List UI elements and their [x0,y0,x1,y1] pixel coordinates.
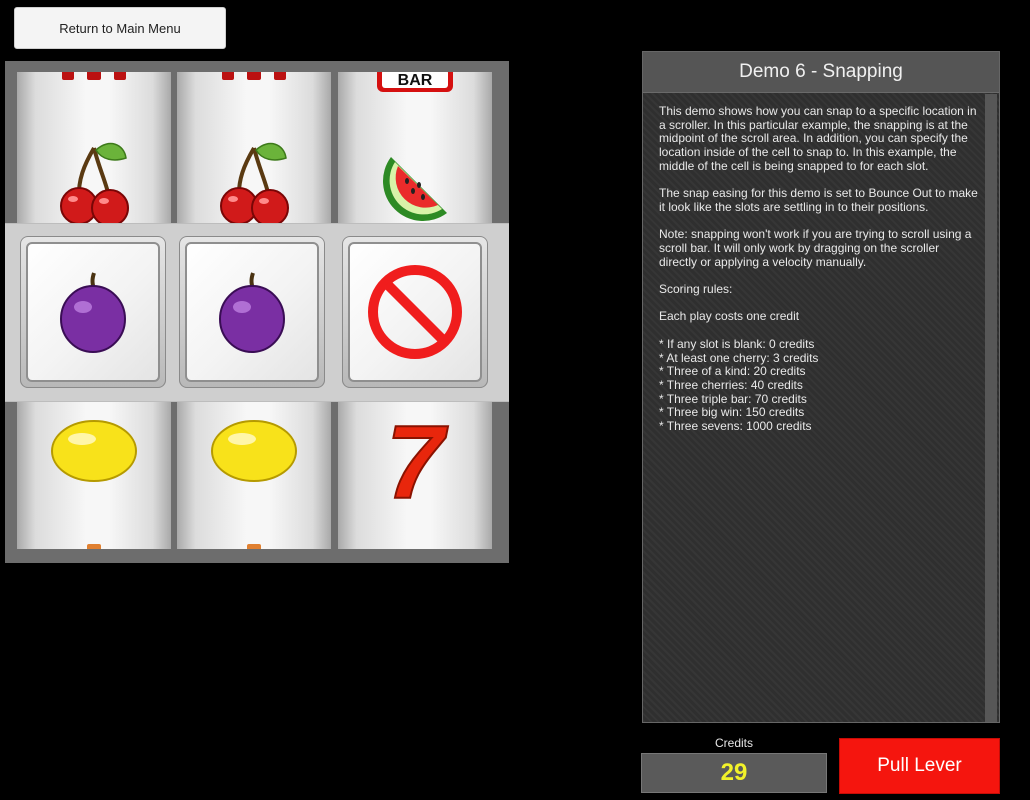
bar-icon: BAR [375,72,455,94]
list-item: * Three big win: 150 credits [659,405,805,420]
cherry-icon [54,140,134,230]
paragraph: Each play costs one credit [659,309,800,324]
list-item: * Three triple bar: 70 credits [659,391,807,406]
list-item: * If any slot is blank: 0 credits [659,336,815,351]
cherry-icon [214,140,294,230]
payline [5,223,509,402]
slot-3 [342,236,488,388]
paragraph: Scoring rules: [659,282,733,297]
lemon-icon [208,417,300,485]
pull-lever-button[interactable]: Pull Lever [839,738,1000,794]
credits-label: Credits [714,736,753,750]
list-item: * At least one cherry: 3 credits [659,350,819,365]
big-win-icon [239,540,269,549]
slot-machine: BAR 7 [5,61,509,563]
credits-value: 29 [641,753,827,793]
seven-icon: 7 [375,410,455,510]
scrollbar[interactable] [985,94,997,722]
paragraph: This demo shows how you can snap to a sp… [659,104,977,173]
lemon-icon [48,417,140,485]
paragraph: Note: snapping won't work if you are try… [659,227,972,269]
panel-title: Demo 6 - Snapping [643,52,999,93]
big-win-icon [79,540,109,549]
big-win-icon [219,72,289,88]
plum-icon [60,272,126,353]
list-item: * Three cherries: 40 credits [659,377,803,392]
return-to-main-menu-button[interactable]: Return to Main Menu [14,7,226,49]
bar-label: BAR [398,72,433,89]
blank-icon [368,265,462,359]
slot-1 [20,236,166,388]
plum-icon [219,272,285,353]
panel-description: This demo shows how you can snap to a sp… [659,104,979,434]
watermelon-icon [373,147,457,229]
seven-label: 7 [386,410,448,510]
info-panel: Demo 6 - Snapping This demo shows how yo… [642,51,1000,723]
paragraph: The snap easing for this demo is set to … [659,186,978,214]
list-item: * Three of a kind: 20 credits [659,364,806,379]
slot-2 [179,236,325,388]
big-win-icon [59,72,129,88]
list-item: * Three sevens: 1000 credits [659,419,812,434]
scoring-rules-list: * If any slot is blank: 0 credits * At l… [659,336,979,434]
